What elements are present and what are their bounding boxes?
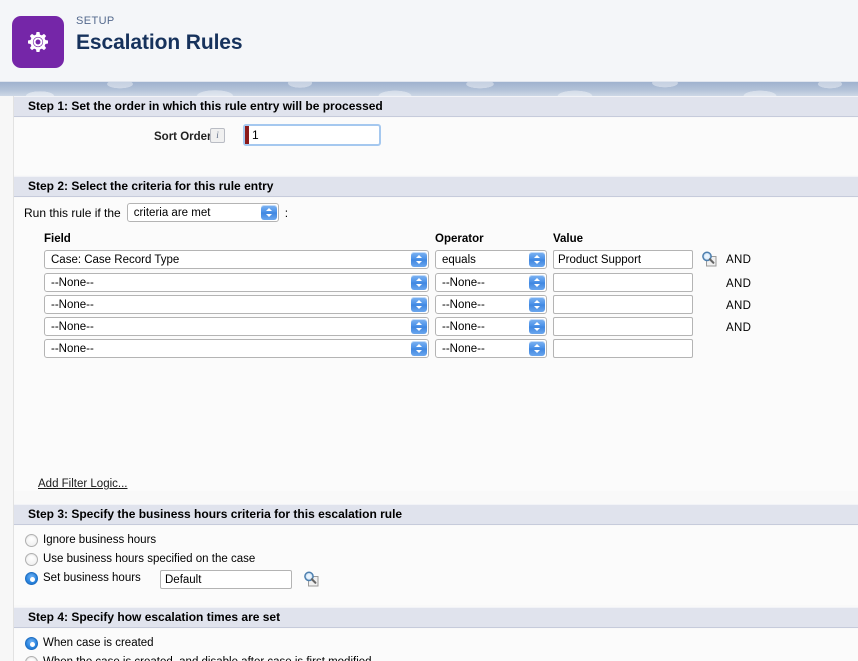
- criteria-field-value-3: --None--: [51, 321, 94, 333]
- radio-label-0: Ignore business hours: [43, 534, 157, 546]
- setup-eyebrow: SETUP: [76, 15, 115, 27]
- step2-heading: Step 2: Select the criteria for this rul…: [28, 179, 274, 193]
- radio-icon-selected[interactable]: [25, 571, 38, 585]
- magnifying-glass-icon[interactable]: [302, 570, 319, 587]
- sort-order-field-wrapper: [243, 124, 381, 146]
- step3-pane: Ignore business hours Use business hours…: [14, 526, 858, 605]
- radio-icon[interactable]: [25, 533, 38, 547]
- conjunction-label-1: AND: [726, 278, 752, 290]
- conjunction-label-2: AND: [726, 300, 752, 312]
- criteria-field-select-4[interactable]: --None--: [44, 339, 429, 358]
- table-row: --None-- --None-- AND: [14, 272, 858, 294]
- add-filter-logic-link[interactable]: Add Filter Logic...: [38, 477, 127, 491]
- magnifying-glass-icon[interactable]: [700, 250, 717, 267]
- chevron-updown-icon: [411, 341, 427, 356]
- radio-option-set-business-hours[interactable]: Set business hours: [25, 569, 141, 587]
- column-header-value: Value: [553, 233, 584, 245]
- criteria-operator-value-0: equals: [442, 254, 476, 266]
- chevron-updown-icon: [411, 275, 427, 290]
- chevron-updown-icon: [529, 275, 545, 290]
- step3-heading: Step 3: Specify the business hours crite…: [28, 507, 403, 521]
- radio-option-when-case-created[interactable]: When case is created: [25, 634, 154, 652]
- step1-pane: Sort Order i: [14, 118, 858, 175]
- step2-pane: Run this rule if the criteria are met : …: [14, 198, 858, 491]
- radio-label-2: Set business hours: [43, 572, 141, 584]
- table-row: --None-- --None-- AND: [14, 294, 858, 316]
- business-hours-input[interactable]: [160, 570, 292, 589]
- criteria-operator-value-2: --None--: [442, 299, 485, 311]
- chevron-updown-icon: [529, 297, 545, 312]
- criteria-value-input-2[interactable]: [553, 295, 693, 314]
- step1-section-header: Step 1: Set the order in which this rule…: [14, 96, 858, 117]
- chevron-updown-icon: [260, 205, 277, 220]
- criteria-operator-value-3: --None--: [442, 321, 485, 333]
- chevron-updown-icon: [411, 319, 427, 334]
- run-rule-select[interactable]: criteria are met: [126, 203, 279, 222]
- gear-icon: [12, 16, 64, 68]
- sort-order-label: Sort Order: [154, 131, 212, 143]
- radio-icon-selected[interactable]: [25, 636, 38, 650]
- step1-heading: Step 1: Set the order in which this rule…: [28, 99, 383, 113]
- run-rule-colon: :: [284, 205, 289, 220]
- criteria-value-input-0[interactable]: [553, 250, 693, 269]
- global-header: SETUP Escalation Rules: [0, 0, 858, 82]
- column-header-field: Field: [44, 233, 71, 245]
- run-rule-row: Run this rule if the criteria are met :: [24, 203, 288, 222]
- radio-option-ignore-business-hours[interactable]: Ignore business hours: [25, 531, 156, 549]
- criteria-field-value-4: --None--: [51, 343, 94, 355]
- radio-icon[interactable]: [25, 552, 38, 566]
- sort-order-input[interactable]: [249, 126, 377, 144]
- radio-label-1: When the case is created, and disable af…: [43, 654, 372, 661]
- criteria-value-input-1[interactable]: [553, 273, 693, 292]
- run-rule-select-value: criteria are met: [133, 207, 211, 219]
- step3-section-header: Step 3: Specify the business hours crite…: [14, 504, 858, 525]
- criteria-field-select-1[interactable]: --None--: [44, 273, 429, 292]
- chevron-updown-icon: [529, 252, 545, 267]
- conjunction-label-3: AND: [726, 322, 752, 334]
- step4-pane: When case is created When the case is cr…: [14, 629, 858, 661]
- chevron-updown-icon: [411, 252, 427, 267]
- criteria-field-select-2[interactable]: --None--: [44, 295, 429, 314]
- criteria-operator-value-4: --None--: [442, 343, 485, 355]
- page-title: Escalation Rules: [76, 31, 243, 54]
- content-column: Step 1: Set the order in which this rule…: [13, 96, 858, 661]
- criteria-field-value-0: Case: Case Record Type: [51, 254, 180, 266]
- decorative-banner-strip: [0, 82, 858, 96]
- criteria-operator-select-2[interactable]: --None--: [435, 295, 547, 314]
- criteria-operator-select-0[interactable]: equals: [435, 250, 547, 269]
- criteria-field-select-0[interactable]: Case: Case Record Type: [44, 250, 429, 269]
- radio-label-0: When case is created: [43, 637, 154, 649]
- table-row: --None-- --None--: [14, 338, 858, 360]
- step4-heading: Step 4: Specify how escalation times are…: [28, 610, 281, 624]
- escalation-rules-page: SETUP Escalation Rules Step 1: Set the o…: [0, 0, 858, 661]
- column-header-operator: Operator: [435, 233, 484, 245]
- radio-option-use-case-business-hours[interactable]: Use business hours specified on the case: [25, 550, 255, 568]
- info-icon[interactable]: i: [210, 128, 225, 143]
- form-canvas: Step 1: Set the order in which this rule…: [0, 96, 858, 661]
- radio-option-when-created-disable-after-modified[interactable]: When the case is created, and disable af…: [25, 653, 372, 661]
- step4-section-header: Step 4: Specify how escalation times are…: [14, 607, 858, 628]
- criteria-field-value-2: --None--: [51, 299, 94, 311]
- criteria-operator-select-4[interactable]: --None--: [435, 339, 547, 358]
- criteria-operator-value-1: --None--: [442, 277, 485, 289]
- conjunction-label-0: AND: [726, 254, 752, 266]
- table-row: Case: Case Record Type equals Product Su…: [14, 249, 858, 271]
- criteria-field-value-1: --None--: [51, 277, 94, 289]
- criteria-field-select-3[interactable]: --None--: [44, 317, 429, 336]
- criteria-value-input-4[interactable]: [553, 339, 693, 358]
- table-row: --None-- --None-- AND: [14, 316, 858, 338]
- chevron-updown-icon: [529, 341, 545, 356]
- criteria-value-input-3[interactable]: [553, 317, 693, 336]
- step2-section-header: Step 2: Select the criteria for this rul…: [14, 176, 858, 197]
- chevron-updown-icon: [529, 319, 545, 334]
- header-text-block: SETUP Escalation Rules: [76, 14, 243, 56]
- radio-icon[interactable]: [25, 655, 38, 661]
- criteria-operator-select-1[interactable]: --None--: [435, 273, 547, 292]
- radio-label-1: Use business hours specified on the case: [43, 553, 256, 565]
- criteria-operator-select-3[interactable]: --None--: [435, 317, 547, 336]
- run-rule-label: Run this rule if the: [24, 205, 121, 220]
- chevron-updown-icon: [411, 297, 427, 312]
